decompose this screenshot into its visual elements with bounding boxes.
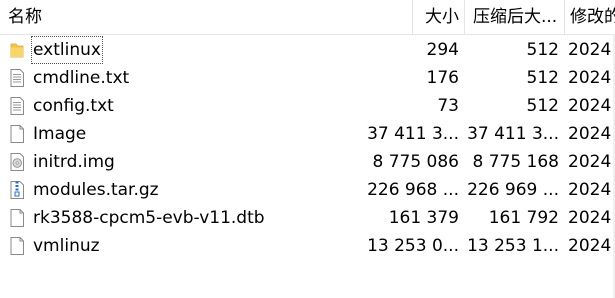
file-modified: 2024 [568,96,612,116]
file-compressed-size: 512 [526,40,559,60]
file-row[interactable]: Image 37 411 3... 37 411 3... 2024 [0,120,615,148]
column-header-name[interactable]: 名称 [8,0,398,34]
text-file-icon [10,69,24,87]
file-compressed-size: 512 [526,68,559,88]
file-row[interactable]: rk3588-cpcm5-evb-v11.dtb 161 379 161 792… [0,204,615,232]
file-modified: 2024 [568,68,612,88]
column-header-size[interactable]: 大小 [412,0,459,34]
file-compressed-size: 13 253 1... [467,236,559,256]
archive-file-icon [10,181,24,199]
file-name-cell: config.txt [8,92,368,120]
file-name: vmlinuz [33,236,100,256]
folder-icon [10,43,24,58]
file-size: 294 [426,40,459,60]
file-name-cell: modules.tar.gz [8,176,368,204]
file-size: 161 379 [388,208,459,228]
file-size: 13 253 0... [367,236,459,256]
file-row[interactable]: modules.tar.gz 226 968 ... 226 969 ... 2… [0,176,615,204]
file-modified: 2024 [568,208,612,228]
disc-image-icon [10,153,24,171]
file-modified: 2024 [568,236,612,256]
column-header-row: 名称 大小 压缩后大... 修改的 [0,0,615,35]
file-row[interactable]: cmdline.txt 176 512 2024 [0,64,615,92]
file-compressed-size: 512 [526,96,559,116]
blank-file-icon [10,237,24,255]
column-header-compressed-size[interactable]: 压缩后大... [473,0,563,34]
file-modified: 2024 [568,152,612,172]
blank-file-icon [10,125,24,143]
file-compressed-size: 226 969 ... [467,180,559,200]
file-compressed-size: 8 775 168 [472,152,559,172]
file-row[interactable]: extlinux 294 512 2024 [0,36,615,64]
file-name-cell: initrd.img [8,148,368,176]
file-size: 37 411 3... [367,124,459,144]
text-file-icon [10,97,24,115]
file-name-cell: cmdline.txt [8,64,368,92]
file-name: initrd.img [33,152,115,172]
file-name: extlinux [31,36,103,64]
blank-file-icon [10,209,24,227]
file-name: rk3588-cpcm5-evb-v11.dtb [33,208,265,228]
column-divider[interactable] [564,0,565,34]
file-list: extlinux 294 512 2024 cmdline.txt 176 51… [0,36,615,260]
file-name: Image [33,124,87,144]
file-modified: 2024 [568,124,612,144]
file-modified: 2024 [568,40,612,60]
file-size: 73 [437,96,459,116]
file-size: 8 775 086 [372,152,459,172]
file-compressed-size: 161 792 [488,208,559,228]
file-row[interactable]: initrd.img 8 775 086 8 775 168 2024 [0,148,615,176]
file-name: cmdline.txt [33,68,130,88]
file-modified: 2024 [568,180,612,200]
column-divider[interactable] [464,0,465,34]
file-name-cell: Image [8,120,368,148]
file-name-cell: extlinux [8,36,368,64]
file-row[interactable]: config.txt 73 512 2024 [0,92,615,120]
file-size: 226 968 ... [367,180,459,200]
file-row[interactable]: vmlinuz 13 253 0... 13 253 1... 2024 [0,232,615,260]
file-name: config.txt [33,96,114,116]
file-name-cell: vmlinuz [8,232,368,260]
file-compressed-size: 37 411 3... [467,124,559,144]
column-header-modified[interactable]: 修改的 [570,0,615,34]
file-size: 176 [426,68,459,88]
file-name: modules.tar.gz [33,180,159,200]
file-name-cell: rk3588-cpcm5-evb-v11.dtb [8,204,368,232]
